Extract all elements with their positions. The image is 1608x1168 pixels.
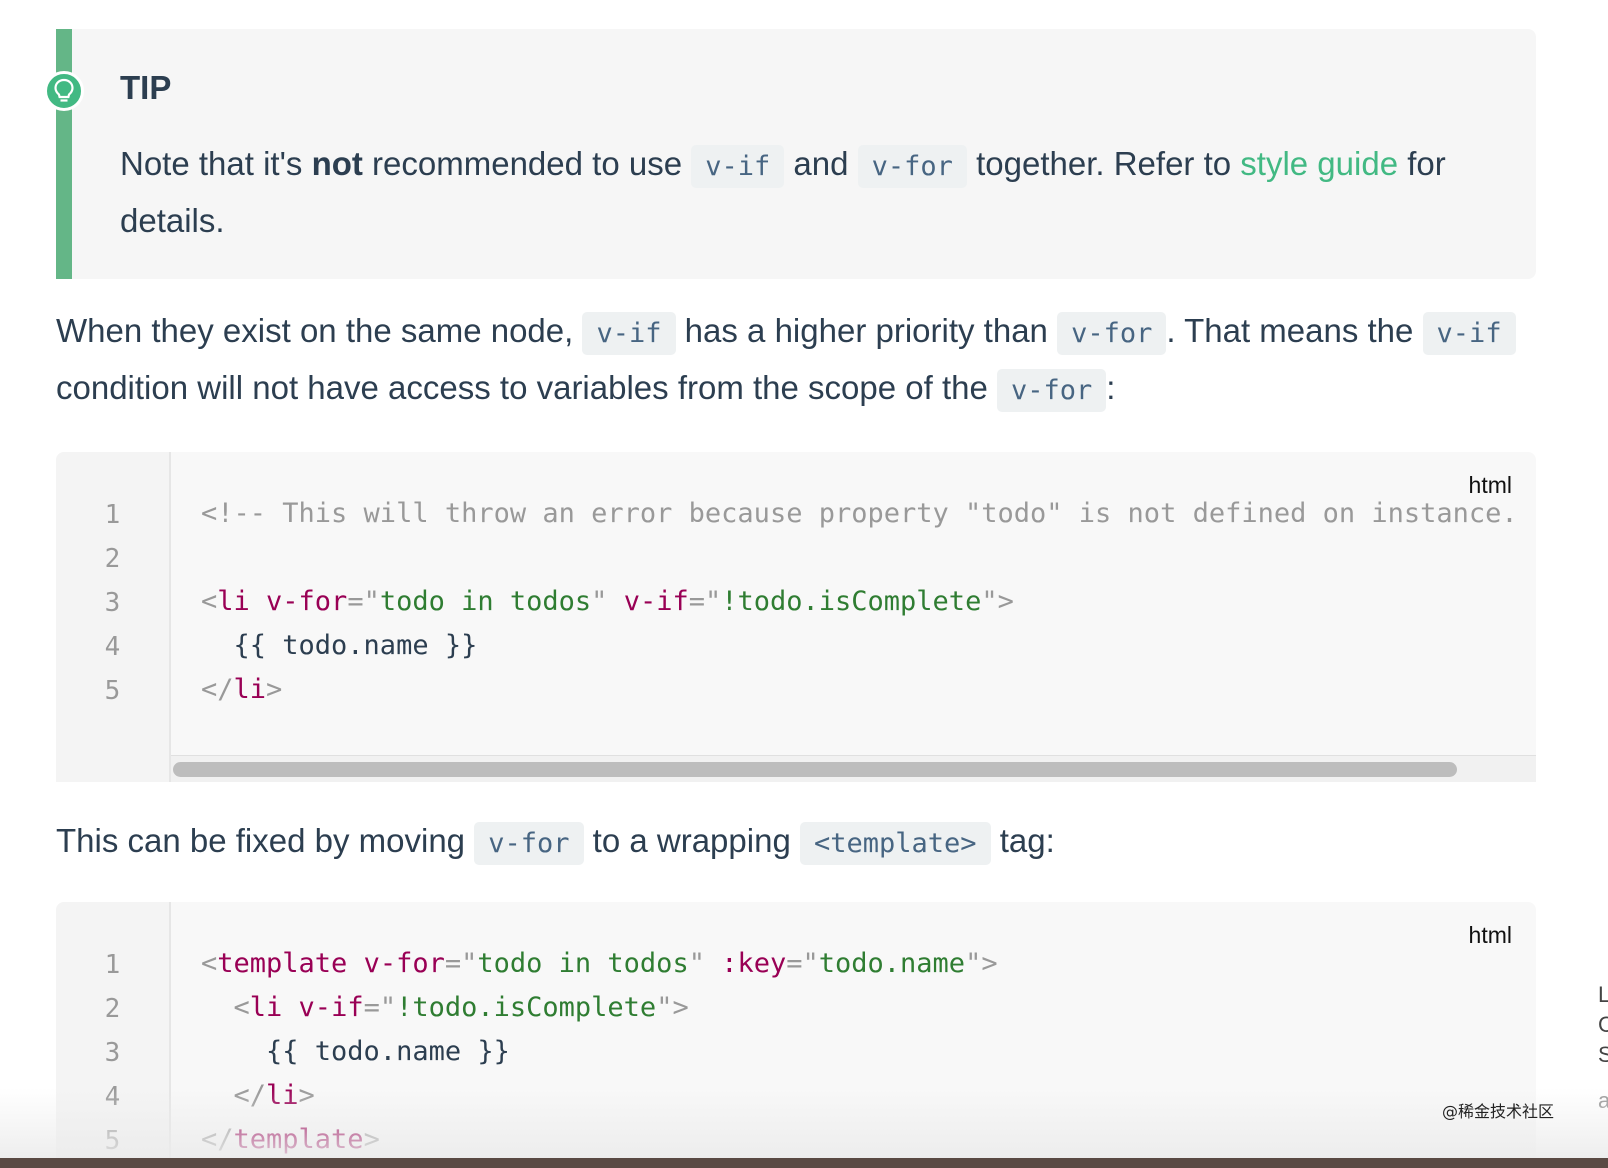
punct: =" bbox=[444, 948, 478, 979]
punct: " bbox=[688, 948, 705, 979]
tip-text-part: recommended to use bbox=[362, 145, 692, 182]
line-number: 3 bbox=[104, 1038, 121, 1068]
paragraph-fix: This can be fixed by moving v-for to a w… bbox=[56, 814, 1536, 871]
inline-code: v-for bbox=[857, 145, 967, 188]
punct: " bbox=[591, 586, 608, 617]
tag-name: li bbox=[233, 674, 267, 705]
line-number: 4 bbox=[104, 632, 121, 662]
inline-code: v-for bbox=[1057, 312, 1167, 355]
watermark: @稀金技术社区 bbox=[1441, 1102, 1554, 1121]
punct: "> bbox=[656, 992, 689, 1023]
tip-text-bold: not bbox=[311, 145, 363, 182]
attr-value: todo in todos bbox=[477, 948, 689, 979]
style-guide-link[interactable]: style guide bbox=[1240, 145, 1398, 182]
tag-name: template bbox=[217, 948, 348, 979]
attr-name: v-for bbox=[249, 586, 348, 617]
punct: < bbox=[201, 586, 218, 617]
code-line-3: <li v-for="todo in todos" v-if="!todo.is… bbox=[201, 586, 1014, 617]
punct: =" bbox=[688, 586, 722, 617]
tag-name: li bbox=[249, 992, 283, 1023]
lightbulb-icon bbox=[44, 71, 84, 111]
tip-accent-bar bbox=[56, 29, 72, 279]
attr-value: !todo.isComplete bbox=[721, 586, 982, 617]
attr-name: v-if bbox=[282, 992, 364, 1023]
code-line-3: {{ todo.name }} bbox=[201, 1036, 510, 1067]
punct: < bbox=[201, 948, 218, 979]
code-language-label: html bbox=[1468, 472, 1512, 498]
tip-box: TIP Note that it's not recommended to us… bbox=[44, 29, 1536, 279]
line-number-gutter: 1 2 3 4 5 bbox=[56, 452, 171, 782]
inline-code: v-for bbox=[474, 822, 584, 865]
line-number: 2 bbox=[104, 544, 121, 574]
tip-text-part: Note that it's bbox=[120, 145, 312, 182]
attr-name: v-for bbox=[347, 948, 445, 979]
tip-text: Note that it's not recommended to use v-… bbox=[120, 137, 1500, 248]
para-text: tag: bbox=[990, 822, 1055, 859]
line-number: 2 bbox=[104, 994, 121, 1024]
attr-value: todo in todos bbox=[379, 586, 592, 617]
horizontal-scrollbar[interactable] bbox=[171, 755, 1536, 782]
inline-code: v-if bbox=[691, 145, 785, 188]
scrollbar-thumb[interactable] bbox=[173, 762, 1457, 777]
para-text: has a higher priority than bbox=[675, 312, 1058, 349]
punct: </ bbox=[201, 674, 234, 705]
bottom-edge-strip bbox=[0, 1158, 1608, 1168]
code-line-2: <li v-if="!todo.isComplete"> bbox=[201, 992, 689, 1023]
punct: "> bbox=[965, 948, 998, 979]
bottom-fade-overlay bbox=[0, 1088, 1608, 1158]
line-number: 3 bbox=[104, 588, 121, 618]
code-language-label: html bbox=[1468, 922, 1512, 948]
code-line-5: </li> bbox=[201, 674, 282, 705]
code-line-4: {{ todo.name }} bbox=[201, 630, 478, 661]
cutoff-text: C bbox=[1598, 1012, 1608, 1037]
tip-text-part: together. Refer to bbox=[966, 145, 1241, 182]
attr-name: v-if bbox=[607, 586, 689, 617]
inline-code: v-if bbox=[1422, 312, 1516, 355]
para-text: This can be fixed by moving bbox=[56, 822, 475, 859]
line-number: 5 bbox=[104, 676, 121, 706]
cutoff-text: S bbox=[1598, 1042, 1608, 1067]
attr-name: :key bbox=[704, 948, 787, 979]
code-line-1: <template v-for="todo in todos" :key="to… bbox=[201, 948, 998, 979]
tip-title: TIP bbox=[120, 69, 172, 106]
para-text: . That means the bbox=[1166, 312, 1423, 349]
cutoff-text: L bbox=[1598, 982, 1608, 1007]
punct: < bbox=[233, 992, 250, 1023]
code-line-1: <!-- This will throw an error because pr… bbox=[201, 498, 1518, 529]
punct: =" bbox=[363, 992, 397, 1023]
inline-code: <template> bbox=[799, 822, 991, 865]
tip-text-part: and bbox=[784, 145, 858, 182]
tag-name: li bbox=[217, 586, 250, 617]
punct: =" bbox=[347, 586, 380, 617]
para-text: When they exist on the same node, bbox=[56, 312, 583, 349]
code-block-error: 1 2 3 4 5 html <!-- This will throw an e… bbox=[56, 452, 1536, 782]
punct: =" bbox=[786, 948, 819, 979]
attr-value: !todo.isComplete bbox=[396, 992, 657, 1023]
attr-value: todo.name bbox=[818, 948, 966, 979]
inline-code: v-if bbox=[582, 312, 676, 355]
punct: "> bbox=[981, 586, 1014, 617]
para-text: to a wrapping bbox=[583, 822, 800, 859]
line-number: 1 bbox=[104, 950, 121, 980]
para-text: condition will not have access to variab… bbox=[56, 369, 997, 406]
para-text: : bbox=[1106, 369, 1116, 406]
line-number: 1 bbox=[104, 500, 121, 530]
punct: > bbox=[266, 674, 283, 705]
inline-code: v-for bbox=[997, 369, 1107, 412]
paragraph-priority: When they exist on the same node, v-if h… bbox=[56, 304, 1536, 418]
